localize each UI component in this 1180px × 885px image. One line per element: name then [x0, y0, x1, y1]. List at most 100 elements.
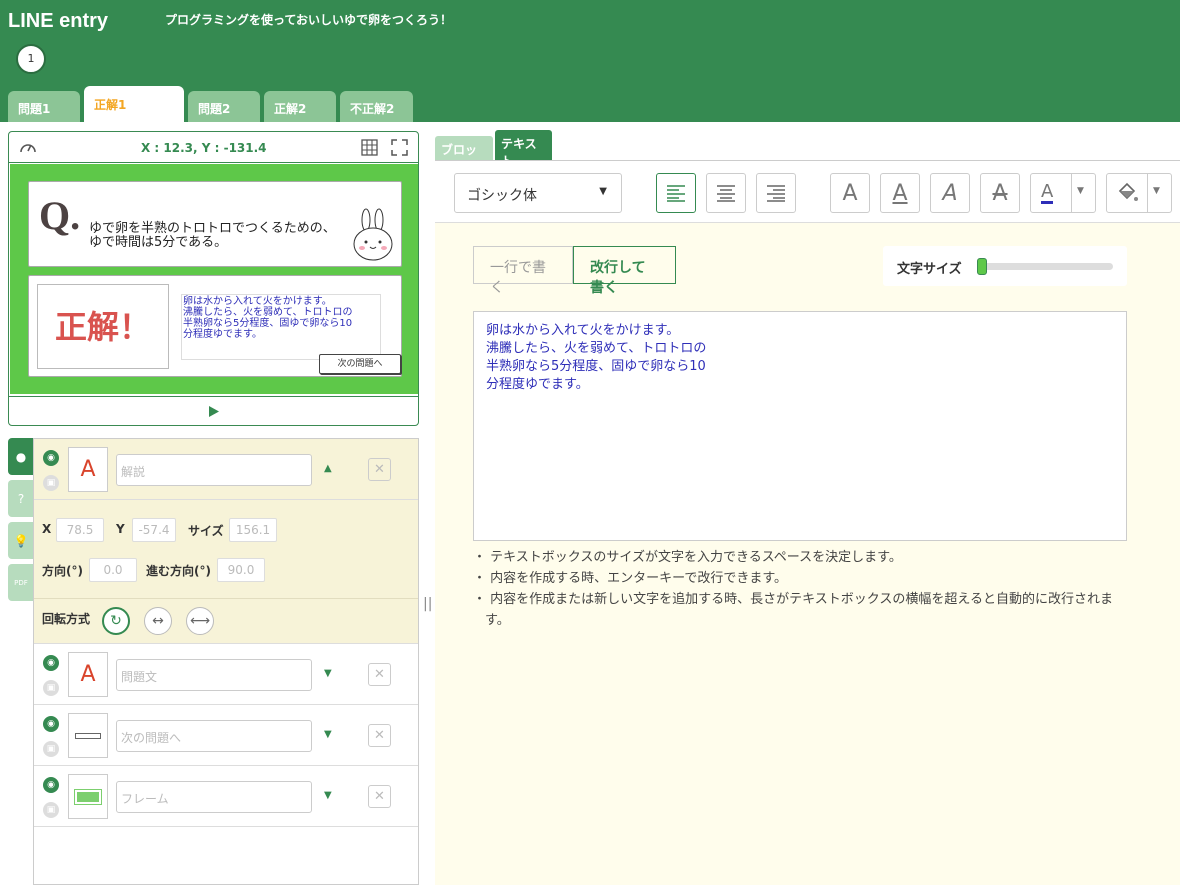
size-field[interactable]: 156.1	[229, 518, 277, 542]
strikethrough-button[interactable]: A	[980, 173, 1020, 213]
object-list: ◉ ▣ A 解説 ▲ ✕ X 78.5 Y -57.4 サイズ 156.1 方向…	[33, 438, 419, 885]
align-center-button[interactable]	[706, 173, 746, 213]
object-item[interactable]: ◉ ▣ フレーム ▼ ✕	[34, 766, 418, 827]
tab-block[interactable]: ブロック	[435, 136, 493, 174]
fill-color-button[interactable]: ▼	[1106, 173, 1172, 213]
tab-hint[interactable]: 💡	[8, 522, 34, 559]
question-icon: ?	[17, 491, 25, 506]
logo[interactable]: LINE entry	[8, 10, 108, 33]
object-thumbnail: A	[68, 447, 108, 492]
help-note: ・ 内容を作成する時、エンターキーで改行できます。	[473, 571, 788, 586]
explanation-text: 卵は水から入れて火をかけます。 沸騰したら、火を弱めて、トロトロの 半熟卵なら5分程…	[181, 294, 381, 360]
tab-question[interactable]: ?	[8, 480, 34, 517]
delete-object-button[interactable]: ✕	[368, 785, 391, 808]
project-title[interactable]: プログラミングを使っておいしいゆで卵をつくろう！	[165, 11, 452, 28]
align-right-icon	[767, 185, 785, 202]
text-editor-panel: ゴシック体 ▼ A A A A A ▼ ▼ 一行で書く 改行して書く 文字サイズ 卵…	[435, 160, 1180, 885]
expand-icon[interactable]: ▼	[324, 668, 332, 679]
stage-footer	[9, 396, 418, 426]
q-letter: Q.	[39, 193, 81, 238]
underline-button[interactable]: A	[880, 173, 920, 213]
play-icon[interactable]	[208, 405, 220, 418]
chevron-down-icon: ▼	[599, 186, 607, 197]
expand-icon[interactable]: ▼	[324, 729, 332, 740]
text-input-area[interactable]: 卵は水から入れて火をかけます。 沸騰したら、火を弱めて、トロトロの 半熟卵なら5分程…	[473, 311, 1127, 541]
delete-object-button[interactable]: ✕	[368, 724, 391, 747]
align-right-button[interactable]	[756, 173, 796, 213]
eye-icon[interactable]: ◉	[43, 655, 59, 671]
rotate-free-icon[interactable]: ↻	[102, 607, 130, 635]
eye-icon[interactable]: ◉	[43, 716, 59, 732]
fullscreen-icon[interactable]	[391, 139, 408, 156]
coordinate-readout: X : 12.3, Y : -131.4	[141, 141, 267, 155]
objects-icon: ●	[15, 449, 27, 464]
help-notes: ・ テキストボックスのサイズが文字を入力できるスペースを決定します。 ・ 内容を…	[473, 547, 1127, 631]
object-name-field[interactable]: 次の問題へ	[116, 720, 312, 752]
expand-icon[interactable]: ▼	[324, 790, 332, 801]
object-item[interactable]: ◉ ▣ A 解説 ▲ ✕	[34, 439, 418, 500]
lock-icon[interactable]: ▣	[43, 802, 59, 818]
delete-object-button[interactable]: ✕	[368, 458, 391, 481]
object-thumbnail: A	[68, 652, 108, 697]
speed-icon[interactable]	[19, 139, 37, 155]
font-size-label: 文字サイズ	[897, 262, 962, 277]
y-field[interactable]: -57.4	[132, 518, 176, 542]
align-center-icon	[717, 185, 735, 202]
object-name-field[interactable]: 問題文	[116, 659, 312, 691]
align-left-button[interactable]	[656, 173, 696, 213]
tab-scene-2[interactable]: 正解1	[84, 86, 184, 122]
grid-icon[interactable]	[361, 139, 378, 156]
pdf-icon: PDF	[14, 578, 28, 587]
object-name-field[interactable]: フレーム	[116, 781, 312, 813]
x-field[interactable]: 78.5	[56, 518, 104, 542]
lock-icon[interactable]: ▣	[43, 680, 59, 696]
tab-objects[interactable]: ●	[8, 438, 34, 475]
font-value: ゴシック体	[467, 188, 537, 204]
rotate-flip-icon[interactable]: ↔	[144, 607, 172, 635]
rotate-none-icon[interactable]: ⟷	[186, 607, 214, 635]
object-properties: X 78.5 Y -57.4 サイズ 156.1 方向(°) 0.0 進む方向(…	[34, 500, 418, 644]
frame-thumbnail	[68, 774, 108, 819]
strikethrough-icon: A	[992, 180, 1008, 206]
multi-line-mode-button[interactable]: 改行して書く	[573, 246, 676, 296]
stage-canvas[interactable]: Q. ゆで卵を半熟のトロトロでつくるための、 ゆで時間は5分である。 正解！ 卵は…	[10, 164, 418, 394]
tab-scene-1[interactable]: 問題1	[8, 91, 80, 122]
tab-scene-3[interactable]: 問題2	[188, 91, 260, 122]
font-size-slider[interactable]	[977, 258, 1113, 275]
tab-scene-4[interactable]: 正解2	[264, 91, 336, 122]
text-color-button[interactable]: A ▼	[1030, 173, 1096, 213]
tab-scene-5[interactable]: 不正解2	[340, 91, 413, 122]
slider-handle[interactable]	[977, 258, 987, 275]
bunny-character	[353, 208, 393, 261]
help-note: ・ テキストボックスのサイズが文字を入力できるスペースを決定します。	[473, 550, 902, 565]
bold-icon: A	[842, 180, 858, 206]
italic-button[interactable]: A	[930, 173, 970, 213]
delete-object-button[interactable]: ✕	[368, 663, 391, 686]
object-item[interactable]: ◉ ▣ 次の問題へ ▼ ✕	[34, 705, 418, 766]
panel-splitter[interactable]: ||	[423, 596, 432, 612]
paint-bucket-icon	[1118, 182, 1138, 201]
single-line-mode-button[interactable]: 一行で書く	[473, 246, 573, 296]
move-direction-field[interactable]: 90.0	[217, 558, 265, 582]
eye-icon[interactable]: ◉	[43, 450, 59, 466]
collapse-icon[interactable]: ▲	[324, 463, 332, 474]
next-question-button[interactable]: 次の問題へ	[319, 354, 401, 374]
text-color-icon: A	[1041, 180, 1054, 204]
tab-text[interactable]: テキスト	[495, 130, 552, 168]
object-name-field[interactable]: 解説	[116, 454, 312, 486]
scene-number[interactable]: 1	[16, 44, 46, 74]
eye-icon[interactable]: ◉	[43, 777, 59, 793]
question-box: Q. ゆで卵を半熟のトロトロでつくるための、 ゆで時間は5分である。	[28, 181, 402, 267]
text-toolbar: ゴシック体 ▼ A A A A A ▼ ▼	[435, 161, 1180, 223]
direction-field[interactable]: 0.0	[89, 558, 137, 582]
font-select[interactable]: ゴシック体 ▼	[454, 173, 622, 213]
tab-pdf[interactable]: PDF	[8, 564, 34, 601]
bold-button[interactable]: A	[830, 173, 870, 213]
object-item[interactable]: ◉ ▣ A 問題文 ▼ ✕	[34, 644, 418, 705]
lock-icon[interactable]: ▣	[43, 475, 59, 491]
props-divider	[34, 598, 418, 599]
help-note: ・ 内容を作成または新しい文字を追加する時、長さがテキストボックスの横幅を超える…	[473, 592, 1113, 628]
lock-icon[interactable]: ▣	[43, 741, 59, 757]
move-direction-label: 進む方向(°)	[146, 564, 211, 578]
answer-box: 正解！ 卵は水から入れて火をかけます。 沸騰したら、火を弱めて、トロトロの 半熟卵な…	[28, 275, 402, 377]
